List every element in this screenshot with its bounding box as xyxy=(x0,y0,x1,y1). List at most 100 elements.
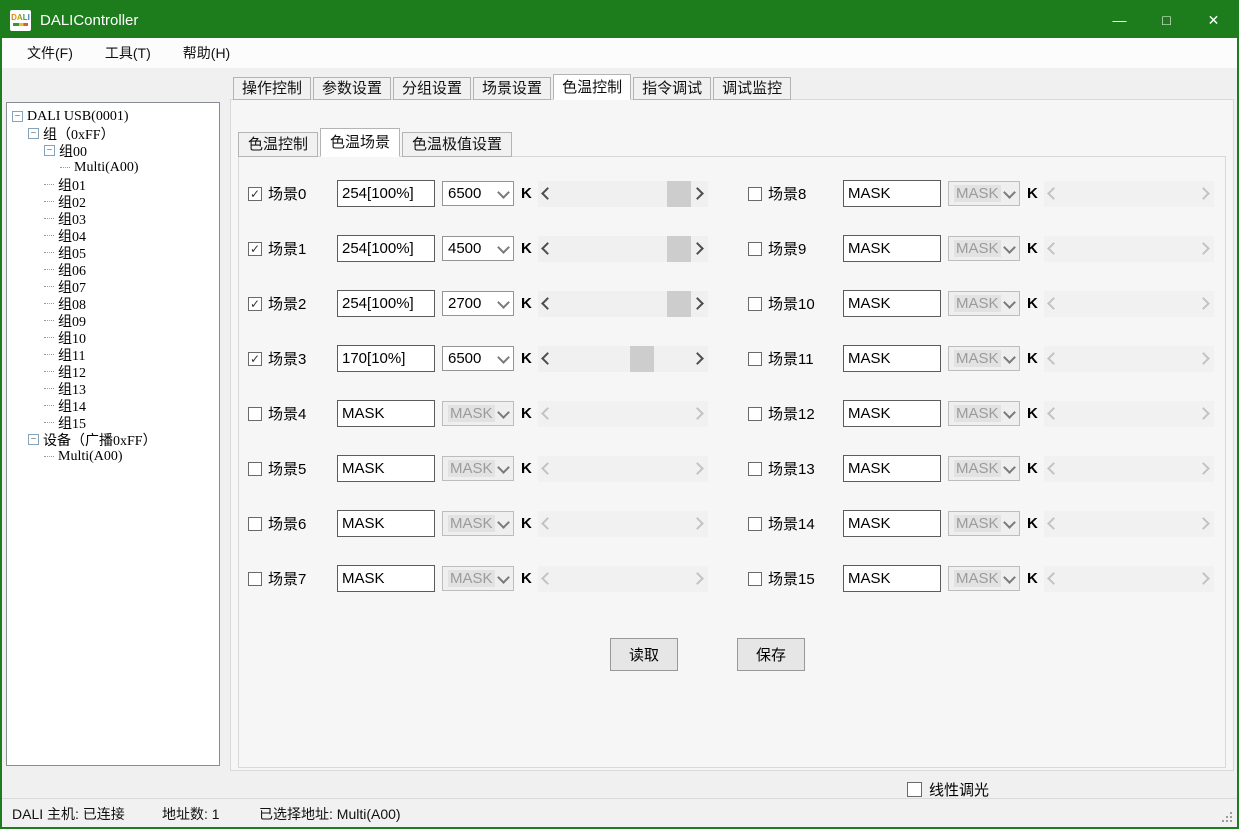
scene-9-level-input[interactable] xyxy=(843,235,941,262)
tree-expand-icon[interactable]: − xyxy=(12,111,23,122)
scene-5-level-input[interactable] xyxy=(337,455,435,482)
scroll-left-arrow-icon[interactable] xyxy=(538,456,555,482)
scroll-right-arrow-icon[interactable] xyxy=(691,236,708,262)
tree-item[interactable]: 组14 xyxy=(7,397,219,414)
scroll-right-arrow-icon[interactable] xyxy=(1197,291,1214,317)
tree-item[interactable]: 组03 xyxy=(7,210,219,227)
scene-14-level-input[interactable] xyxy=(843,510,941,537)
scene-2-level-input[interactable] xyxy=(337,290,435,317)
scene-9-checkbox[interactable] xyxy=(748,242,762,256)
scene-12-temp-combobox[interactable]: MASK xyxy=(948,401,1020,426)
tree-item[interactable]: 组09 xyxy=(7,312,219,329)
scene-13-level-input[interactable] xyxy=(843,455,941,482)
scrollbar-track[interactable] xyxy=(1061,511,1197,537)
scene-7-temp-scrollbar[interactable] xyxy=(538,566,708,592)
scene-6-temp-combobox[interactable]: MASK xyxy=(442,511,514,536)
scene-9-temp-scrollbar[interactable] xyxy=(1044,236,1214,262)
scroll-right-arrow-icon[interactable] xyxy=(691,181,708,207)
scene-4-level-input[interactable] xyxy=(337,400,435,427)
scene-12-level-input[interactable] xyxy=(843,400,941,427)
tree-item[interactable]: 组06 xyxy=(7,261,219,278)
tab-color-temp-control[interactable]: 色温控制 xyxy=(553,74,631,100)
menu-tools[interactable]: 工具(T) xyxy=(93,39,163,67)
scroll-right-arrow-icon[interactable] xyxy=(1197,181,1214,207)
tree-item[interactable]: −组00 xyxy=(7,142,219,159)
tab-scene-settings[interactable]: 场景设置 xyxy=(473,77,551,100)
tab-grouping-settings[interactable]: 分组设置 xyxy=(393,77,471,100)
scene-0-checkbox[interactable]: ✓ xyxy=(248,187,262,201)
scene-10-checkbox[interactable] xyxy=(748,297,762,311)
tree-expand-icon[interactable]: − xyxy=(28,434,39,445)
tree-expand-icon[interactable]: − xyxy=(28,128,39,139)
scene-8-checkbox[interactable] xyxy=(748,187,762,201)
scene-3-checkbox[interactable]: ✓ xyxy=(248,352,262,366)
scene-11-checkbox[interactable] xyxy=(748,352,762,366)
tree-item[interactable]: 组15 xyxy=(7,414,219,431)
scene-4-temp-scrollbar[interactable] xyxy=(538,401,708,427)
scrollbar-track[interactable] xyxy=(555,291,691,317)
scroll-right-arrow-icon[interactable] xyxy=(691,456,708,482)
scene-13-temp-combobox[interactable]: MASK xyxy=(948,456,1020,481)
scroll-left-arrow-icon[interactable] xyxy=(1044,566,1061,592)
scroll-right-arrow-icon[interactable] xyxy=(1197,511,1214,537)
scene-3-temp-scrollbar[interactable] xyxy=(538,346,708,372)
scene-1-checkbox[interactable]: ✓ xyxy=(248,242,262,256)
menu-file[interactable]: 文件(F) xyxy=(15,39,85,67)
scene-9-temp-combobox[interactable]: MASK xyxy=(948,236,1020,261)
scene-15-temp-combobox[interactable]: MASK xyxy=(948,566,1020,591)
scene-4-checkbox[interactable] xyxy=(248,407,262,421)
read-button[interactable]: 读取 xyxy=(610,638,678,671)
scrollbar-track[interactable] xyxy=(555,511,691,537)
scrollbar-thumb[interactable] xyxy=(667,236,691,262)
scrollbar-track[interactable] xyxy=(1061,236,1197,262)
minimize-button[interactable]: — xyxy=(1096,2,1143,38)
scrollbar-thumb[interactable] xyxy=(630,346,654,372)
tree-item[interactable]: Multi(A00) xyxy=(7,448,219,465)
menu-help[interactable]: 帮助(H) xyxy=(171,39,242,67)
scroll-right-arrow-icon[interactable] xyxy=(1197,236,1214,262)
scene-15-checkbox[interactable] xyxy=(748,572,762,586)
scene-8-level-input[interactable] xyxy=(843,180,941,207)
scene-1-temp-scrollbar[interactable] xyxy=(538,236,708,262)
tree-item[interactable]: 组10 xyxy=(7,329,219,346)
scrollbar-track[interactable] xyxy=(1061,401,1197,427)
scroll-left-arrow-icon[interactable] xyxy=(538,236,555,262)
scrollbar-track[interactable] xyxy=(1061,566,1197,592)
scrollbar-track[interactable] xyxy=(555,401,691,427)
scene-1-temp-combobox[interactable]: 4500 xyxy=(442,236,514,261)
scene-14-checkbox[interactable] xyxy=(748,517,762,531)
scene-0-temp-scrollbar[interactable] xyxy=(538,181,708,207)
scene-6-temp-scrollbar[interactable] xyxy=(538,511,708,537)
scroll-left-arrow-icon[interactable] xyxy=(1044,401,1061,427)
linear-dimming-checkbox[interactable] xyxy=(907,782,922,797)
subtab-color-temp-scene[interactable]: 色温场景 xyxy=(320,128,400,157)
scrollbar-track[interactable] xyxy=(555,236,691,262)
scrollbar-track[interactable] xyxy=(1061,291,1197,317)
scene-7-temp-combobox[interactable]: MASK xyxy=(442,566,514,591)
scrollbar-track[interactable] xyxy=(555,346,691,372)
scrollbar-track[interactable] xyxy=(555,456,691,482)
tree-item[interactable]: 组08 xyxy=(7,295,219,312)
tree-item[interactable]: 组12 xyxy=(7,363,219,380)
scene-11-temp-scrollbar[interactable] xyxy=(1044,346,1214,372)
scene-6-checkbox[interactable] xyxy=(248,517,262,531)
tree-item[interactable]: 组05 xyxy=(7,244,219,261)
scroll-left-arrow-icon[interactable] xyxy=(538,401,555,427)
scene-11-level-input[interactable] xyxy=(843,345,941,372)
scene-15-temp-scrollbar[interactable] xyxy=(1044,566,1214,592)
scene-0-temp-combobox[interactable]: 6500 xyxy=(442,181,514,206)
tree-item[interactable]: 组04 xyxy=(7,227,219,244)
scroll-left-arrow-icon[interactable] xyxy=(1044,291,1061,317)
resize-grip[interactable] xyxy=(1221,811,1234,824)
tab-debug-monitor[interactable]: 调试监控 xyxy=(713,77,791,100)
scroll-left-arrow-icon[interactable] xyxy=(538,181,555,207)
scene-8-temp-scrollbar[interactable] xyxy=(1044,181,1214,207)
scrollbar-thumb[interactable] xyxy=(667,181,691,207)
tab-parameter-settings[interactable]: 参数设置 xyxy=(313,77,391,100)
tree-item[interactable]: −设备（广播0xFF） xyxy=(7,431,219,448)
scroll-left-arrow-icon[interactable] xyxy=(538,346,555,372)
scroll-right-arrow-icon[interactable] xyxy=(1197,566,1214,592)
scene-10-temp-combobox[interactable]: MASK xyxy=(948,291,1020,316)
scene-5-checkbox[interactable] xyxy=(248,462,262,476)
tree-item[interactable]: Multi(A00) xyxy=(7,159,219,176)
